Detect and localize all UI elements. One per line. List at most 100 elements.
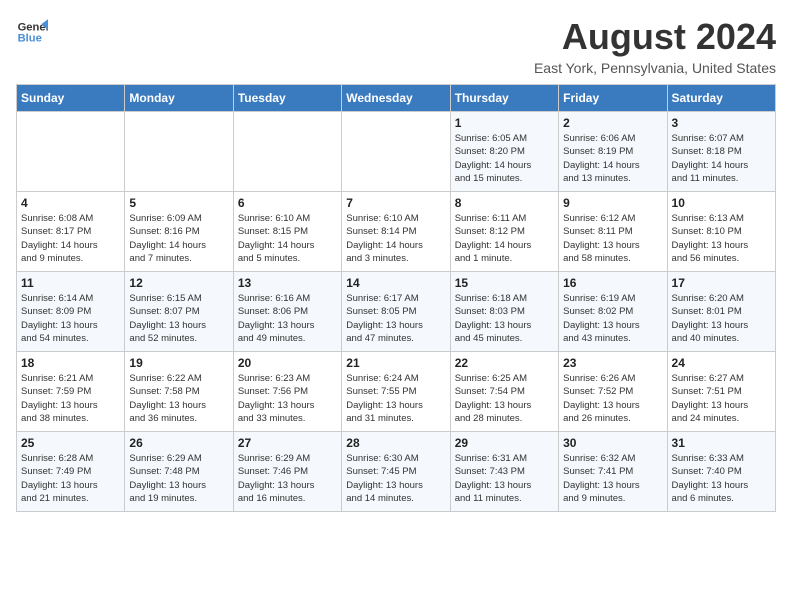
day-info: Sunrise: 6:15 AMSunset: 8:07 PMDaylight:… [129,292,228,345]
header-day: Wednesday [342,85,450,112]
day-number: 16 [563,276,662,290]
calendar-cell [125,112,233,192]
day-info: Sunrise: 6:19 AMSunset: 8:02 PMDaylight:… [563,292,662,345]
calendar-cell: 8 Sunrise: 6:11 AMSunset: 8:12 PMDaylight… [450,192,558,272]
location: East York, Pennsylvania, United States [534,60,776,76]
month-year: August 2024 [534,16,776,58]
calendar-cell: 21Sunrise: 6:24 AMSunset: 7:55 PMDayligh… [342,352,450,432]
calendar-week-row: 25 Sunrise: 6:28 AMSunset: 7:49 PMDayligh… [17,432,776,512]
calendar-cell: 31 Sunrise: 6:33 AMSunset: 7:40 PMDayligh… [667,432,775,512]
day-info: Sunrise: 6:26 AMSunset: 7:52 PMDaylight:… [563,372,662,425]
day-number: 22 [455,356,554,370]
calendar-cell: 29Sunrise: 6:31 AMSunset: 7:43 PMDayligh… [450,432,558,512]
day-info: Sunrise: 6:20 AMSunset: 8:01 PMDaylight:… [672,292,771,345]
calendar-cell: 23 Sunrise: 6:26 AMSunset: 7:52 PMDayligh… [559,352,667,432]
day-info: Sunrise: 6:18 AMSunset: 8:03 PMDaylight:… [455,292,554,345]
day-number: 31 [672,436,771,450]
calendar-cell: 14Sunrise: 6:17 AMSunset: 8:05 PMDayligh… [342,272,450,352]
day-info: Sunrise: 6:28 AMSunset: 7:49 PMDaylight:… [21,452,120,505]
calendar-week-row: 18Sunrise: 6:21 AMSunset: 7:59 PMDayligh… [17,352,776,432]
day-number: 3 [672,116,771,130]
calendar-cell [342,112,450,192]
calendar-week-row: 1 Sunrise: 6:05 AMSunset: 8:20 PMDaylight… [17,112,776,192]
calendar-cell: 25 Sunrise: 6:28 AMSunset: 7:49 PMDayligh… [17,432,125,512]
day-number: 9 [563,196,662,210]
day-number: 30 [563,436,662,450]
calendar-cell: 13 Sunrise: 6:16 AMSunset: 8:06 PMDayligh… [233,272,341,352]
day-number: 18 [21,356,120,370]
day-info: Sunrise: 6:10 AMSunset: 8:14 PMDaylight:… [346,212,445,265]
day-info: Sunrise: 6:07 AMSunset: 8:18 PMDaylight:… [672,132,771,185]
calendar-cell: 12 Sunrise: 6:15 AMSunset: 8:07 PMDayligh… [125,272,233,352]
day-info: Sunrise: 6:06 AMSunset: 8:19 PMDaylight:… [563,132,662,185]
calendar-cell: 3 Sunrise: 6:07 AMSunset: 8:18 PMDaylight… [667,112,775,192]
day-info: Sunrise: 6:32 AMSunset: 7:41 PMDaylight:… [563,452,662,505]
day-number: 19 [129,356,228,370]
calendar-cell: 1 Sunrise: 6:05 AMSunset: 8:20 PMDaylight… [450,112,558,192]
calendar-cell: 15Sunrise: 6:18 AMSunset: 8:03 PMDayligh… [450,272,558,352]
day-info: Sunrise: 6:27 AMSunset: 7:51 PMDaylight:… [672,372,771,425]
day-info: Sunrise: 6:09 AMSunset: 8:16 PMDaylight:… [129,212,228,265]
day-number: 1 [455,116,554,130]
day-number: 28 [346,436,445,450]
calendar-cell: 26 Sunrise: 6:29 AMSunset: 7:48 PMDayligh… [125,432,233,512]
day-number: 20 [238,356,337,370]
day-info: Sunrise: 6:16 AMSunset: 8:06 PMDaylight:… [238,292,337,345]
title-block: August 2024 East York, Pennsylvania, Uni… [534,16,776,76]
calendar-cell: 30 Sunrise: 6:32 AMSunset: 7:41 PMDayligh… [559,432,667,512]
day-info: Sunrise: 6:25 AMSunset: 7:54 PMDaylight:… [455,372,554,425]
day-number: 7 [346,196,445,210]
logo: General Blue [16,16,48,48]
calendar-cell: 18Sunrise: 6:21 AMSunset: 7:59 PMDayligh… [17,352,125,432]
day-info: Sunrise: 6:11 AMSunset: 8:12 PMDaylight:… [455,212,554,265]
day-info: Sunrise: 6:08 AMSunset: 8:17 PMDaylight:… [21,212,120,265]
day-info: Sunrise: 6:14 AMSunset: 8:09 PMDaylight:… [21,292,120,345]
calendar-cell: 6 Sunrise: 6:10 AMSunset: 8:15 PMDaylight… [233,192,341,272]
calendar-cell: 5 Sunrise: 6:09 AMSunset: 8:16 PMDaylight… [125,192,233,272]
calendar-cell: 4 Sunrise: 6:08 AMSunset: 8:17 PMDaylight… [17,192,125,272]
svg-text:Blue: Blue [18,33,42,45]
day-number: 25 [21,436,120,450]
day-number: 23 [563,356,662,370]
calendar-cell: 9 Sunrise: 6:12 AMSunset: 8:11 PMDaylight… [559,192,667,272]
header-day: Tuesday [233,85,341,112]
calendar-cell: 17Sunrise: 6:20 AMSunset: 8:01 PMDayligh… [667,272,775,352]
calendar-cell: 2 Sunrise: 6:06 AMSunset: 8:19 PMDaylight… [559,112,667,192]
calendar-week-row: 11Sunrise: 6:14 AMSunset: 8:09 PMDayligh… [17,272,776,352]
day-info: Sunrise: 6:24 AMSunset: 7:55 PMDaylight:… [346,372,445,425]
calendar-cell [17,112,125,192]
day-number: 26 [129,436,228,450]
calendar-cell: 11Sunrise: 6:14 AMSunset: 8:09 PMDayligh… [17,272,125,352]
day-info: Sunrise: 6:10 AMSunset: 8:15 PMDaylight:… [238,212,337,265]
day-info: Sunrise: 6:31 AMSunset: 7:43 PMDaylight:… [455,452,554,505]
header-day: Saturday [667,85,775,112]
day-info: Sunrise: 6:12 AMSunset: 8:11 PMDaylight:… [563,212,662,265]
day-info: Sunrise: 6:30 AMSunset: 7:45 PMDaylight:… [346,452,445,505]
day-number: 12 [129,276,228,290]
calendar-cell: 22 Sunrise: 6:25 AMSunset: 7:54 PMDayligh… [450,352,558,432]
day-number: 5 [129,196,228,210]
header-day: Friday [559,85,667,112]
day-info: Sunrise: 6:23 AMSunset: 7:56 PMDaylight:… [238,372,337,425]
calendar-cell: 24 Sunrise: 6:27 AMSunset: 7:51 PMDayligh… [667,352,775,432]
day-number: 27 [238,436,337,450]
day-number: 2 [563,116,662,130]
calendar-cell: 19Sunrise: 6:22 AMSunset: 7:58 PMDayligh… [125,352,233,432]
day-info: Sunrise: 6:29 AMSunset: 7:48 PMDaylight:… [129,452,228,505]
day-number: 13 [238,276,337,290]
logo-icon: General Blue [16,16,48,48]
page-header: General Blue August 2024 East York, Penn… [16,16,776,76]
calendar-table: SundayMondayTuesdayWednesdayThursdayFrid… [16,84,776,512]
day-info: Sunrise: 6:17 AMSunset: 8:05 PMDaylight:… [346,292,445,345]
header-day: Thursday [450,85,558,112]
header-day: Monday [125,85,233,112]
day-number: 10 [672,196,771,210]
day-number: 8 [455,196,554,210]
day-number: 24 [672,356,771,370]
day-number: 4 [21,196,120,210]
day-number: 6 [238,196,337,210]
day-info: Sunrise: 6:05 AMSunset: 8:20 PMDaylight:… [455,132,554,185]
day-info: Sunrise: 6:33 AMSunset: 7:40 PMDaylight:… [672,452,771,505]
calendar-cell [233,112,341,192]
day-info: Sunrise: 6:13 AMSunset: 8:10 PMDaylight:… [672,212,771,265]
